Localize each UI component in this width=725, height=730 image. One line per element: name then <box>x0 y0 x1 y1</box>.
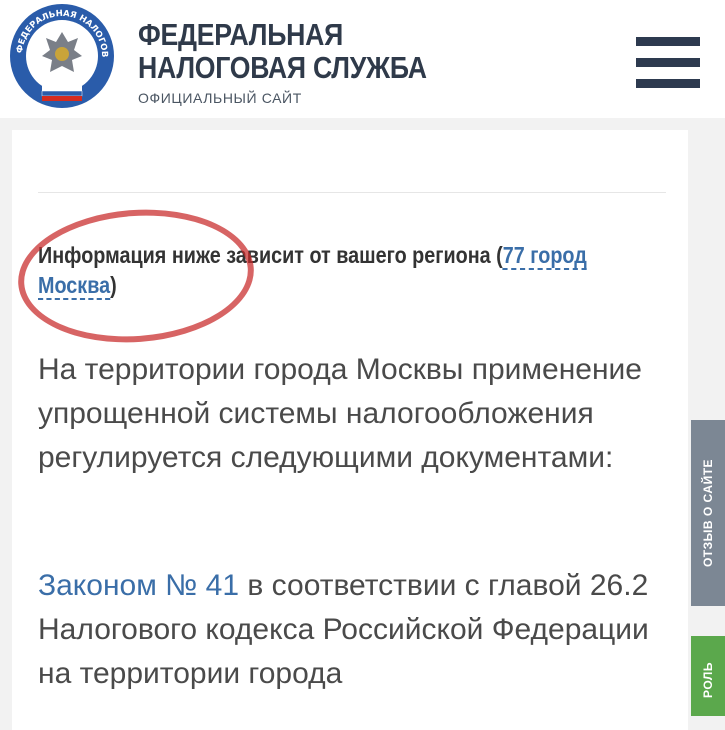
site-subtitle: ОФИЦИАЛЬНЫЙ САЙТ <box>138 90 302 106</box>
site-title-line1: ФЕДЕРАЛЬНАЯ <box>138 17 344 52</box>
feedback-tab-label: ОТЗЫВ О САЙТЕ <box>701 458 715 568</box>
law-paragraph: Законом № 41 в соответствии с главой 26.… <box>38 564 678 696</box>
section-divider <box>38 192 666 193</box>
site-title[interactable]: ФЕДЕРАЛЬНАЯ НАЛОГОВАЯ СЛУЖБА <box>138 18 427 84</box>
site-title-line2: НАЛОГОВАЯ СЛУЖБА <box>138 50 427 85</box>
fns-emblem-logo[interactable]: ФЕДЕРАЛЬНАЯ НАЛОГОВАЯ СЛУЖБА <box>8 2 116 110</box>
hamburger-menu-icon[interactable] <box>636 37 700 89</box>
usn-description: На территории города Москвы применение у… <box>38 353 642 474</box>
feedback-tab[interactable]: ОТЗЫВ О САЙТЕ <box>691 420 725 606</box>
law-41-link[interactable]: Законом № 41 <box>38 569 239 602</box>
side-tab-green-label: РОЛЬ <box>701 662 715 698</box>
side-tab-green[interactable]: РОЛЬ <box>691 636 725 716</box>
site-header: ФЕДЕРАЛЬНАЯ НАЛОГОВАЯ СЛУЖБА ФЕДЕРАЛЬНАЯ… <box>0 0 725 118</box>
